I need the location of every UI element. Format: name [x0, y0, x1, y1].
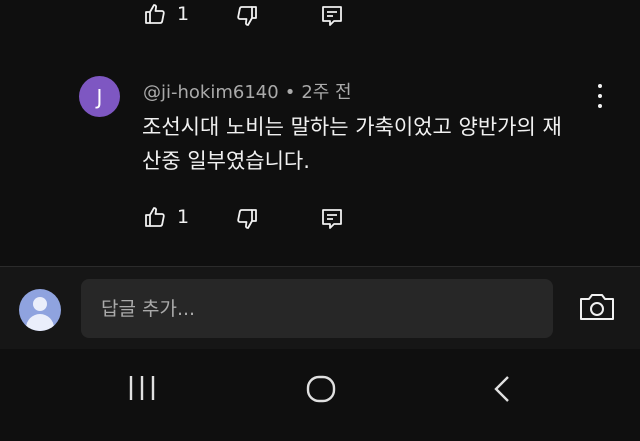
- comment-text: 조선시대 노비는 말하는 가축이었고 양반가의 재산중 일부였습니다.: [142, 115, 562, 173]
- thumbs-up-icon: [145, 207, 165, 227]
- system-navigation-bar: [0, 349, 640, 441]
- author-avatar[interactable]: J: [79, 76, 120, 117]
- like-count: 1: [177, 206, 190, 228]
- thumbs-up-icon: [145, 4, 165, 24]
- recents-button[interactable]: [128, 375, 156, 401]
- thumbs-down-icon: [237, 6, 257, 26]
- comment-actions: 1: [0, 201, 640, 235]
- like-count: 1: [177, 3, 190, 25]
- back-button[interactable]: [492, 375, 512, 403]
- home-icon: [306, 375, 336, 403]
- home-button[interactable]: [306, 375, 336, 403]
- reply-button[interactable]: [320, 4, 344, 28]
- reply-icon: [322, 6, 342, 26]
- comment-time: 2주 전: [301, 82, 352, 103]
- reply-icon: [322, 209, 342, 229]
- comment-meta: @ji-hokim6140 • 2주 전: [143, 78, 352, 104]
- like-button[interactable]: 1: [143, 205, 189, 229]
- back-icon: [494, 376, 509, 402]
- reply-button[interactable]: [320, 207, 344, 231]
- like-button[interactable]: 1: [143, 2, 189, 26]
- camera-icon: [580, 294, 614, 320]
- thumbs-down-icon: [237, 209, 257, 229]
- meta-separator: •: [284, 82, 296, 103]
- more-options-button[interactable]: [590, 84, 610, 108]
- more-vert-icon: [598, 84, 602, 88]
- user-avatar: [19, 289, 61, 331]
- dislike-button[interactable]: [235, 4, 259, 28]
- camera-button[interactable]: [579, 292, 615, 322]
- previous-comment-actions: 1: [0, 0, 640, 34]
- author-handle[interactable]: @ji-hokim6140: [143, 82, 279, 103]
- dislike-button[interactable]: [235, 207, 259, 231]
- recents-icon: [129, 376, 155, 400]
- reply-composer: [0, 267, 640, 349]
- reply-input[interactable]: [81, 279, 553, 338]
